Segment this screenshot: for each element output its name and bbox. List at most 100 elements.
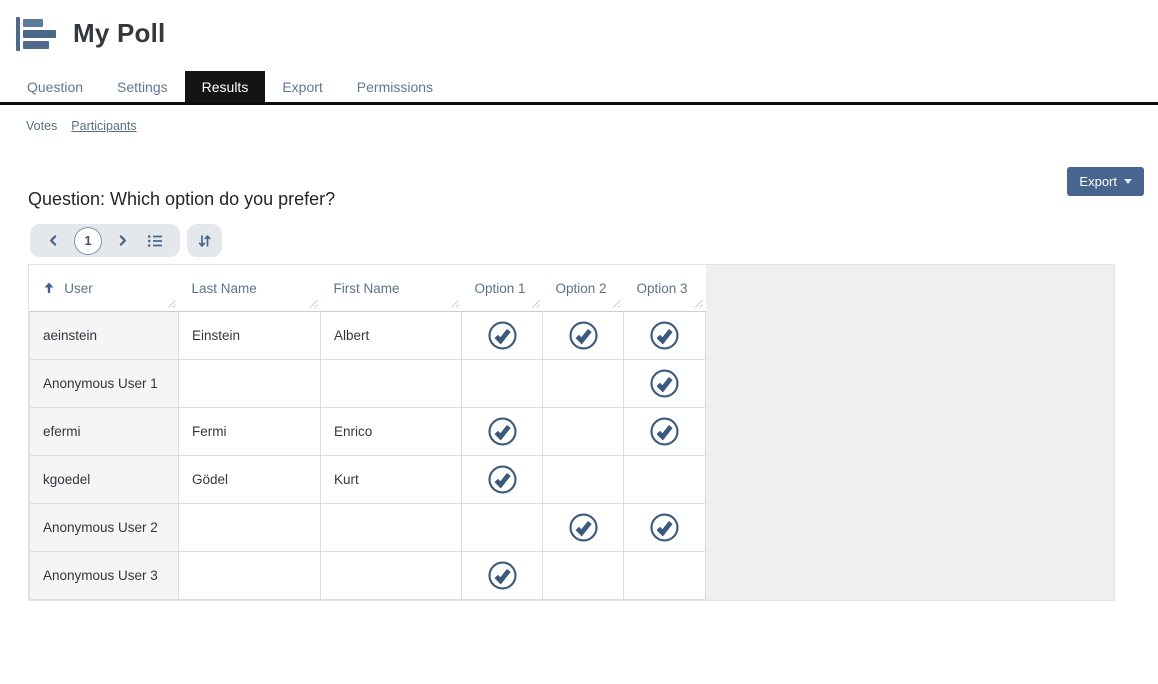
column-header-label: User [64,281,93,296]
cell-first-name [321,503,462,551]
current-page-indicator[interactable]: 1 [74,227,102,255]
column-resize-handle[interactable] [531,299,540,308]
table-row: Anonymous User 3 [30,551,706,599]
column-header-label: First Name [334,281,400,296]
table-body: aeinsteinEinsteinAlbert Anonymous User 1… [30,311,706,599]
next-page-button[interactable] [112,232,133,249]
tab-settings[interactable]: Settings [100,71,185,102]
list-view-button[interactable] [143,232,167,250]
cell-option-2-voted [543,503,624,551]
main-tabs: QuestionSettingsResultsExportPermissions [0,71,1158,105]
cell-first-name: Enrico [321,407,462,455]
column-resize-handle[interactable] [450,299,459,308]
subnav-item-votes[interactable]: Votes [26,119,57,133]
caret-down-icon [1124,179,1132,184]
vote-check-icon [649,320,680,351]
cell-option-3-voted [624,311,706,359]
export-button-label: Export [1079,174,1117,189]
cell-option-1-empty [462,359,543,407]
cell-option-1-voted [462,551,543,599]
cell-first-name [321,551,462,599]
tab-question[interactable]: Question [10,71,100,102]
table-row: Anonymous User 1 [30,359,706,407]
cell-option-3-empty [624,551,706,599]
cell-last-name: Einstein [179,311,321,359]
app-title: My Poll [73,18,165,49]
column-resize-handle[interactable] [167,299,176,308]
table-row: Anonymous User 2 [30,503,706,551]
tab-results[interactable]: Results [185,71,266,102]
cell-user: efermi [30,407,179,455]
vote-check-icon [487,320,518,351]
vote-check-icon [568,320,599,351]
app-header: My Poll [0,0,1158,52]
cell-option-3-empty [624,455,706,503]
chevron-right-icon [116,234,129,247]
export-button[interactable]: Export [1067,167,1144,196]
table-row: kgoedelGödelKurt [30,455,706,503]
cell-option-3-voted [624,407,706,455]
column-header-label: Option 2 [556,281,607,296]
cell-option-1-voted [462,311,543,359]
table-row: efermiFermiEnrico [30,407,706,455]
cell-user: kgoedel [30,455,179,503]
pager-group: 1 [30,224,180,257]
column-header-label: Option 3 [637,281,688,296]
cell-last-name [179,359,321,407]
prev-page-button[interactable] [43,232,64,249]
cell-option-2-voted [543,311,624,359]
column-resize-handle[interactable] [612,299,621,308]
cell-last-name: Fermi [179,407,321,455]
subnav-item-participants[interactable]: Participants [71,119,136,133]
bar-chart-icon [16,17,56,51]
cell-first-name: Albert [321,311,462,359]
sort-asc-arrow-icon [43,281,55,294]
results-table: User Last Name First Name Option 1 Option 2 O… [29,265,706,600]
cell-option-3-voted [624,503,706,551]
column-header-label: Option 1 [475,281,526,296]
sort-icon [198,234,211,248]
column-header-last-name[interactable]: Last Name [179,265,321,311]
column-header-user[interactable]: User [30,265,179,311]
column-header-label: Last Name [192,281,257,296]
sort-order-button[interactable] [187,224,222,257]
column-resize-handle[interactable] [309,299,318,308]
column-header-option-1[interactable]: Option 1 [462,265,543,311]
column-header-option-2[interactable]: Option 2 [543,265,624,311]
cell-option-2-empty [543,455,624,503]
cell-option-1-voted [462,407,543,455]
vote-check-icon [649,512,680,543]
column-header-option-3[interactable]: Option 3 [624,265,706,311]
vote-check-icon [649,368,680,399]
cell-last-name: Gödel [179,455,321,503]
cell-user: Anonymous User 1 [30,359,179,407]
cell-option-2-empty [543,551,624,599]
cell-option-3-voted [624,359,706,407]
results-subnav: Votes Participants [0,105,1158,133]
cell-last-name [179,503,321,551]
tab-export[interactable]: Export [265,71,339,102]
vote-check-icon [649,416,680,447]
pager-toolbar: 1 [30,224,1158,257]
vote-check-icon [568,512,599,543]
list-icon [147,234,163,248]
tab-permissions[interactable]: Permissions [340,71,450,102]
cell-option-2-empty [543,407,624,455]
cell-last-name [179,551,321,599]
column-header-first-name[interactable]: First Name [321,265,462,311]
cell-option-1-empty [462,503,543,551]
table-row: aeinsteinEinsteinAlbert [30,311,706,359]
column-resize-handle[interactable] [694,299,703,308]
question-heading: Question: Which option do you prefer? [28,189,1158,210]
cell-option-2-empty [543,359,624,407]
results-table-container: User Last Name First Name Option 1 Option 2 O… [28,264,1115,601]
table-header-row: User Last Name First Name Option 1 Option 2 O… [30,265,706,311]
cell-user: Anonymous User 3 [30,551,179,599]
cell-first-name [321,359,462,407]
cell-user: Anonymous User 2 [30,503,179,551]
vote-check-icon [487,464,518,495]
cell-option-1-voted [462,455,543,503]
cell-user: aeinstein [30,311,179,359]
poll-page: My Poll QuestionSettingsResultsExportPer… [0,0,1158,684]
vote-check-icon [487,416,518,447]
